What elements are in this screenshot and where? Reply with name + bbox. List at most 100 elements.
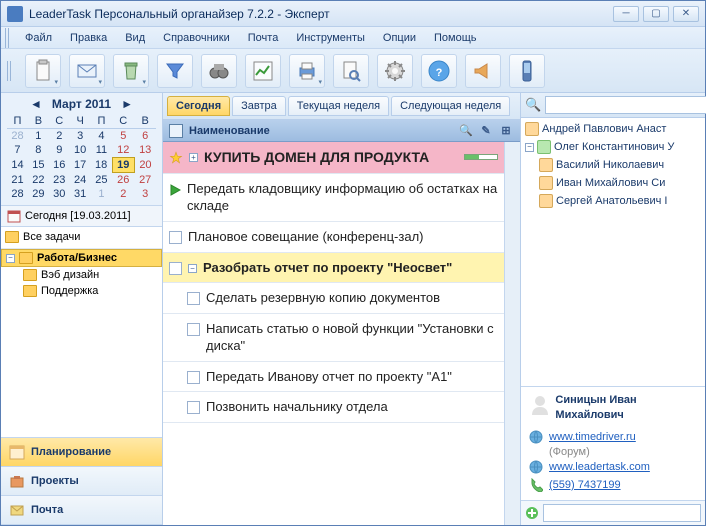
cal-title[interactable]: Март 2011: [52, 97, 111, 111]
contact-item[interactable]: Иван Михайлович Си: [521, 174, 705, 192]
scrollbar[interactable]: [504, 142, 520, 525]
trash-button[interactable]: [113, 54, 149, 88]
contact-link[interactable]: www.timedriver.ru: [529, 428, 697, 446]
collapse-icon[interactable]: −: [525, 143, 534, 152]
announce-button[interactable]: [465, 54, 501, 88]
task-row[interactable]: Передать Иванову отчет по проекту "А1": [163, 362, 504, 393]
expand-icon[interactable]: +: [189, 153, 198, 162]
menu-mail[interactable]: Почта: [240, 30, 287, 46]
collapse-icon[interactable]: −: [6, 254, 15, 263]
svg-text:?: ?: [436, 67, 443, 79]
contact-item[interactable]: Сергей Анатольевич I: [521, 192, 705, 210]
task-row[interactable]: − Разобрать отчет по проекту "Неосвет": [163, 253, 504, 284]
edit-icon[interactable]: ✎: [478, 123, 494, 139]
tab-week[interactable]: Текущая неделя: [288, 96, 389, 116]
briefcase-icon: [9, 473, 25, 489]
contact-item[interactable]: Андрей Павлович Анаст: [521, 120, 705, 138]
window-title: LeaderTask Персональный органайзер 7.2.2…: [29, 7, 613, 21]
menu-view[interactable]: Вид: [117, 30, 153, 46]
progress-bar: [464, 154, 498, 160]
tab-tomorrow[interactable]: Завтра: [232, 96, 286, 116]
print-button[interactable]: [289, 54, 325, 88]
globe-icon: [529, 460, 543, 474]
tree-all-tasks[interactable]: Все задачи: [1, 229, 162, 245]
preview-button[interactable]: [333, 54, 369, 88]
task-row[interactable]: Плановое совещание (конференц-зал): [163, 222, 504, 253]
minimize-button[interactable]: ─: [613, 6, 639, 22]
avatar-icon: [539, 176, 553, 190]
contact-phone[interactable]: (559) 7437199: [529, 476, 697, 494]
checkbox-all[interactable]: [169, 124, 183, 138]
star-icon: [169, 151, 183, 165]
grip-icon: [7, 61, 13, 81]
tab-nextweek[interactable]: Следующая неделя: [391, 96, 510, 116]
search-icon[interactable]: 🔍: [458, 123, 474, 139]
plus-icon[interactable]: [525, 506, 539, 520]
phone-button[interactable]: [509, 54, 545, 88]
contact-item[interactable]: −Олег Константинович У: [521, 138, 705, 156]
globe-icon: [529, 430, 543, 444]
folder-icon: [5, 231, 19, 243]
mail-button[interactable]: [69, 54, 105, 88]
search-input[interactable]: [545, 96, 706, 114]
help-button[interactable]: ?: [421, 54, 457, 88]
menu-ref[interactable]: Справочники: [155, 30, 238, 46]
menu-help[interactable]: Помощь: [426, 30, 485, 46]
menubar: Файл Правка Вид Справочники Почта Инстру…: [1, 27, 705, 49]
right-panel: 🔍 Андрей Павлович Анаст −Олег Константин…: [521, 93, 705, 525]
tree-support[interactable]: Поддержка: [1, 283, 162, 299]
task-checkbox[interactable]: [187, 292, 200, 305]
tabs: Сегодня Завтра Текущая неделя Следующая …: [163, 93, 520, 120]
collapse-icon[interactable]: −: [188, 264, 197, 273]
task-checkbox[interactable]: [169, 231, 182, 244]
nav-planning[interactable]: Планирование: [1, 438, 162, 467]
chart-button[interactable]: [245, 54, 281, 88]
today-link[interactable]: Сегодня [19.03.2011]: [1, 205, 162, 226]
expand-icon[interactable]: ⊞: [498, 123, 514, 139]
menu-opt[interactable]: Опции: [375, 30, 424, 46]
nav-projects[interactable]: Проекты: [1, 467, 162, 496]
nav-mail[interactable]: Почта: [1, 496, 162, 525]
left-panel: ◄ Март 2011 ► ПВСЧПСВ 28123456 789101112…: [1, 93, 163, 525]
maximize-button[interactable]: ▢: [643, 6, 669, 22]
calendar-icon: [9, 444, 25, 460]
add-contact-input[interactable]: [543, 504, 701, 522]
cal-prev[interactable]: ◄: [30, 97, 42, 111]
folder-icon: [19, 252, 33, 264]
contact-item[interactable]: Василий Николаевич: [521, 156, 705, 174]
task-checkbox[interactable]: [187, 323, 200, 336]
contact-search: 🔍: [521, 93, 705, 118]
phone-icon: [529, 478, 543, 492]
task-checkbox[interactable]: [187, 371, 200, 384]
titlebar: LeaderTask Персональный органайзер 7.2.2…: [1, 1, 705, 27]
toolbar: ?: [1, 49, 705, 93]
avatar-icon: [539, 194, 553, 208]
menu-edit[interactable]: Правка: [62, 30, 115, 46]
avatar-icon: [539, 158, 553, 172]
close-button[interactable]: ✕: [673, 6, 699, 22]
calendar-grid[interactable]: ПВСЧПСВ 28123456 78910111213 14151617181…: [7, 114, 156, 201]
binoculars-button[interactable]: [201, 54, 237, 88]
task-row[interactable]: Написать статью о новой функции "Установ…: [163, 314, 504, 362]
avatar-icon: [537, 140, 551, 154]
tree-work[interactable]: −Работа/Бизнес: [1, 249, 162, 267]
filter-button[interactable]: [157, 54, 193, 88]
app-icon: [7, 6, 23, 22]
category-tree: Все задачи −Работа/Бизнес Вэб дизайн Под…: [1, 226, 162, 437]
avatar-icon: [525, 122, 539, 136]
menu-tools[interactable]: Инструменты: [288, 30, 373, 46]
task-row[interactable]: Позвонить начальнику отдела: [163, 392, 504, 423]
task-checkbox[interactable]: [169, 262, 182, 275]
contact-link[interactable]: www.leadertask.com: [529, 458, 697, 476]
task-row[interactable]: Сделать резервную копию документов: [163, 283, 504, 314]
menu-file[interactable]: Файл: [17, 30, 60, 46]
task-checkbox[interactable]: [187, 401, 200, 414]
tree-web[interactable]: Вэб дизайн: [1, 267, 162, 283]
tab-today[interactable]: Сегодня: [167, 96, 230, 116]
mail-icon: [9, 502, 25, 518]
task-row[interactable]: Передать кладовщику информацию об остатк…: [163, 174, 504, 222]
cal-next[interactable]: ►: [121, 97, 133, 111]
settings-button[interactable]: [377, 54, 413, 88]
clipboard-button[interactable]: [25, 54, 61, 88]
task-row[interactable]: + КУПИТЬ ДОМЕН ДЛЯ ПРОДУКТА: [163, 142, 504, 174]
